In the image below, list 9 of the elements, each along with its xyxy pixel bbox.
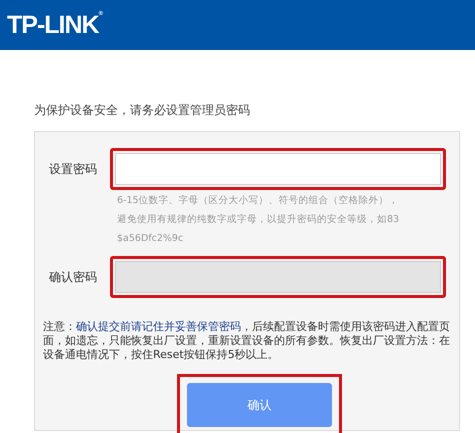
- hint-text: 避免使用有规律的纯数字或字母，以提升密码的安全等级，如83: [117, 213, 400, 227]
- intro-text: 为保护设备安全，请务必设置管理员密码: [34, 102, 251, 118]
- brand-logo: TP-LINK$^{®}$: [7, 10, 102, 40]
- note-text: 注意：确认提交前请记住并妥善保管密码，后续配置设备时需使用该密码进入配置页面，如遗忘，只能恢复出厂设置，重新设置设备的所有参数。恢复出厂设置方法：在设备通电情况下，按住Reset按钮保持5秒以上。: [43, 320, 451, 362]
- hint-text: 6-15位数字、字母（区分大小写）、符号的组合（空格除外），: [117, 194, 400, 208]
- field-label: 设置密码: [48, 160, 98, 178]
- hint-text: $a56Dfc2%9c: [117, 232, 184, 246]
- confirm-button[interactable]: 确认: [187, 383, 332, 427]
- field-label: 确认密码: [48, 268, 98, 286]
